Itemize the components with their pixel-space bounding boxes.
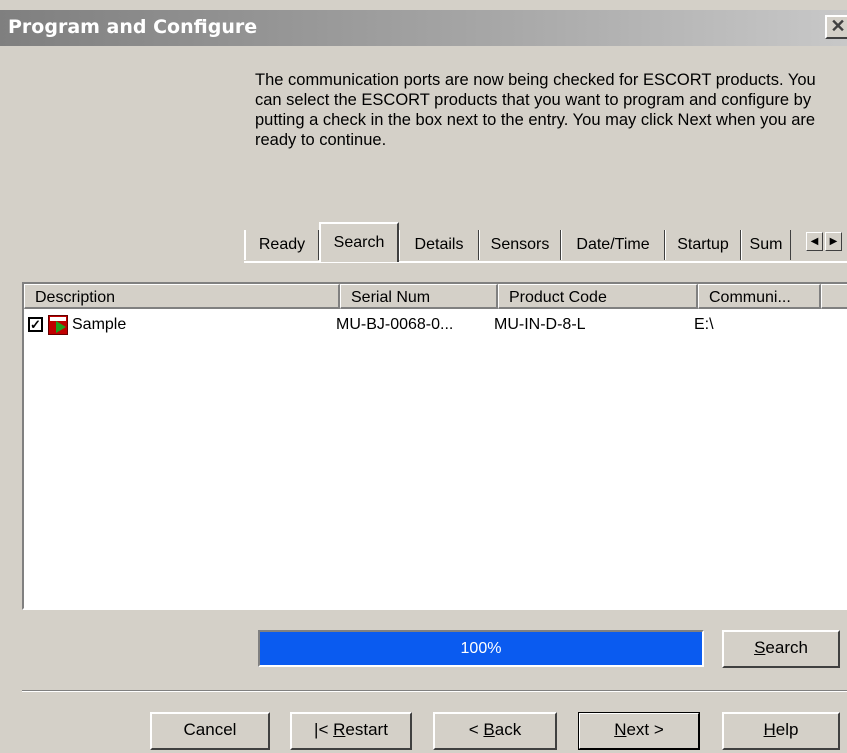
progress-label: 100% [460, 640, 502, 657]
tab-search[interactable]: Search [319, 222, 399, 262]
tab-ready[interactable]: Ready [244, 230, 319, 260]
column-header-product-code[interactable]: Product Code [498, 284, 698, 309]
table-row[interactable]: ✓ Sample MU-BJ-0068-0... MU-IN-D-8-L E:\ [24, 314, 847, 338]
check-icon: ✓ [30, 317, 41, 332]
arrow-right-icon: ▶ [829, 236, 838, 247]
product-checkbox[interactable]: ✓ [28, 317, 43, 332]
column-header-description[interactable]: Description [24, 284, 340, 309]
help-button[interactable]: Help [722, 712, 840, 750]
row-serial-num: MU-BJ-0068-0... [336, 316, 454, 333]
tab-scroll-right-button[interactable]: ▶ [825, 232, 842, 251]
title-bar: Program and Configure ✕ [0, 10, 847, 46]
restart-button[interactable]: |< Restart [290, 712, 412, 750]
close-button[interactable]: ✕ [825, 15, 847, 39]
column-header-serial-num[interactable]: Serial Num [340, 284, 498, 309]
footer-separator [22, 690, 847, 692]
escort-device-icon [48, 315, 68, 335]
arrow-left-icon: ◀ [810, 236, 819, 247]
column-header-communication[interactable]: Communi... [698, 284, 821, 309]
intro-text: The communication ports are now being ch… [255, 71, 816, 149]
back-button[interactable]: < Back [433, 712, 557, 750]
tab-sensors[interactable]: Sensors [479, 230, 561, 260]
search-progress-bar: 100% [258, 630, 704, 667]
row-product-code: MU-IN-D-8-L [494, 316, 586, 333]
search-button[interactable]: Search [722, 630, 840, 668]
row-description: Sample [72, 316, 127, 333]
next-button[interactable]: Next > [578, 712, 700, 750]
product-list[interactable]: Description Serial Num Product Code Comm… [22, 282, 847, 610]
window-title: Program and Configure [8, 16, 258, 38]
tab-date-time[interactable]: Date/Time [561, 230, 665, 260]
cancel-button[interactable]: Cancel [150, 712, 270, 750]
tab-summary[interactable]: Sum [741, 230, 791, 260]
close-icon: ✕ [830, 16, 846, 36]
tab-startup[interactable]: Startup [665, 230, 741, 260]
tab-scroll-left-button[interactable]: ◀ [806, 232, 823, 251]
column-header-extra [821, 284, 847, 309]
tab-strip: Ready Search Details Sensors Date/Time S… [244, 222, 847, 262]
tab-details[interactable]: Details [399, 230, 479, 260]
row-communication: E:\ [694, 316, 714, 333]
